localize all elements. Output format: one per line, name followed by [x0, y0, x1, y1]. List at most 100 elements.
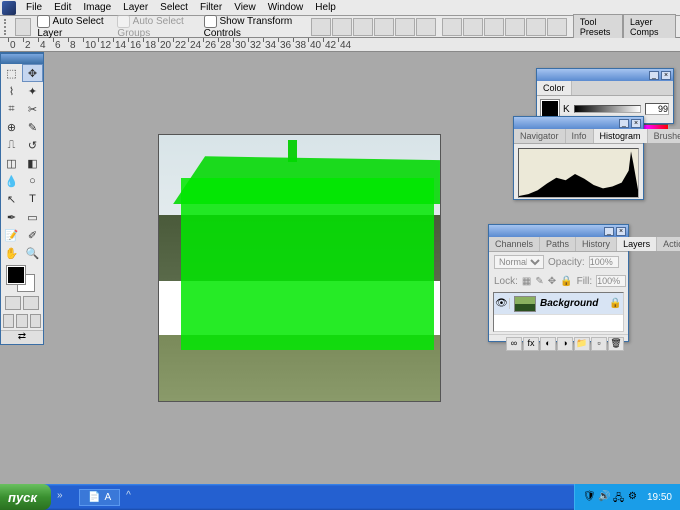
- show-transform-option[interactable]: Show Transform Controls: [204, 15, 305, 39]
- screen-full-icon[interactable]: [30, 314, 41, 328]
- minimize-icon[interactable]: _: [649, 71, 659, 80]
- dodge-tool-icon[interactable]: ○: [22, 172, 43, 190]
- auto-select-layer-option[interactable]: Auto Select Layer: [37, 15, 111, 39]
- layers-panel-titlebar[interactable]: _ ×: [489, 225, 628, 237]
- tab-navigator[interactable]: Navigator: [514, 129, 566, 143]
- standard-mode-icon[interactable]: [5, 296, 21, 310]
- layer-name[interactable]: Background: [540, 298, 609, 309]
- tab-layers[interactable]: Layers: [617, 237, 657, 251]
- k-input[interactable]: [645, 103, 669, 115]
- visibility-icon[interactable]: 👁: [494, 298, 510, 309]
- toolbox-titlebar[interactable]: [1, 54, 43, 64]
- dock-layer-comps[interactable]: Layer Comps: [623, 14, 676, 40]
- options-grip[interactable]: [4, 19, 9, 35]
- blur-tool-icon[interactable]: 💧: [1, 172, 22, 190]
- tray-icon[interactable]: 🔊: [598, 491, 610, 503]
- quicklaunch-icon[interactable]: »: [57, 490, 71, 504]
- minimize-icon[interactable]: _: [604, 227, 614, 236]
- horizontal-ruler[interactable]: 0246810121416182022242628303234363840424…: [0, 38, 680, 52]
- align-vcenter-icon[interactable]: [332, 18, 352, 36]
- tab-channels[interactable]: Channels: [489, 237, 540, 251]
- screen-standard-icon[interactable]: [3, 314, 14, 328]
- gradient-tool-icon[interactable]: ◧: [22, 154, 43, 172]
- dock-tool-presets[interactable]: Tool Presets: [573, 14, 623, 40]
- tab-history[interactable]: History: [576, 237, 617, 251]
- link-layers-icon[interactable]: ∞: [506, 337, 522, 351]
- tray-icon[interactable]: 🛡: [583, 491, 595, 503]
- menu-select[interactable]: Select: [154, 1, 194, 14]
- menu-edit[interactable]: Edit: [48, 1, 77, 14]
- stamp-tool-icon[interactable]: ⎍: [1, 136, 22, 154]
- align-right-icon[interactable]: [416, 18, 436, 36]
- menu-window[interactable]: Window: [262, 1, 310, 14]
- histogram-panel-titlebar[interactable]: _ ×: [514, 117, 643, 129]
- align-top-icon[interactable]: [311, 18, 331, 36]
- delete-layer-icon[interactable]: 🗑: [608, 337, 624, 351]
- eraser-tool-icon[interactable]: ◫: [1, 154, 22, 172]
- move-tool-icon[interactable]: ✥: [22, 64, 43, 82]
- menu-filter[interactable]: Filter: [194, 1, 228, 14]
- fill-input[interactable]: [596, 275, 626, 287]
- layer-row[interactable]: 👁 Background 🔒: [494, 293, 623, 315]
- pen-tool-icon[interactable]: ✒: [1, 208, 22, 226]
- lasso-tool-icon[interactable]: ⌇: [1, 82, 22, 100]
- color-panel-titlebar[interactable]: _ ×: [537, 69, 673, 81]
- dist-bottom-icon[interactable]: [484, 18, 504, 36]
- document-canvas[interactable]: [158, 134, 441, 402]
- auto-select-groups-option[interactable]: Auto Select Groups: [117, 15, 197, 39]
- shape-tool-icon[interactable]: ▭: [22, 208, 43, 226]
- lock-transparent-icon[interactable]: ▦: [522, 276, 531, 287]
- tab-paths[interactable]: Paths: [540, 237, 576, 251]
- dist-vcenter-icon[interactable]: [463, 18, 483, 36]
- dist-left-icon[interactable]: [505, 18, 525, 36]
- path-tool-icon[interactable]: ↖: [1, 190, 22, 208]
- adjustment-layer-icon[interactable]: ◑: [557, 337, 573, 351]
- blend-mode-select[interactable]: Normal: [494, 255, 544, 269]
- tab-color[interactable]: Color: [537, 81, 572, 95]
- align-hcenter-icon[interactable]: [395, 18, 415, 36]
- eyedropper-tool-icon[interactable]: ✐: [22, 226, 43, 244]
- close-icon[interactable]: ×: [661, 71, 671, 80]
- zoom-tool-icon[interactable]: 🔍: [22, 244, 43, 262]
- menu-file[interactable]: File: [20, 1, 48, 14]
- wand-tool-icon[interactable]: ✦: [22, 82, 43, 100]
- layer-group-icon[interactable]: 📁: [574, 337, 590, 351]
- lock-position-icon[interactable]: ✥: [548, 276, 556, 287]
- taskbar-clock[interactable]: 19:50: [647, 492, 672, 503]
- layer-thumbnail[interactable]: [514, 296, 536, 312]
- dist-right-icon[interactable]: [547, 18, 567, 36]
- tab-histogram[interactable]: Histogram: [594, 129, 648, 143]
- foreground-color[interactable]: [7, 266, 25, 284]
- k-slider[interactable]: [574, 105, 641, 113]
- history-brush-icon[interactable]: ↺: [22, 136, 43, 154]
- taskbar-task[interactable]: 📄 A: [79, 489, 120, 506]
- tab-brushes[interactable]: Brushes: [648, 129, 680, 143]
- tab-info[interactable]: Info: [566, 129, 594, 143]
- brush-tool-icon[interactable]: ✎: [22, 118, 43, 136]
- slice-tool-icon[interactable]: ✂: [22, 100, 43, 118]
- close-icon[interactable]: ×: [616, 227, 626, 236]
- layer-style-icon[interactable]: fx: [523, 337, 539, 351]
- jump-to-imageready-icon[interactable]: ⇄: [1, 330, 43, 344]
- menu-layer[interactable]: Layer: [117, 1, 154, 14]
- minimize-icon[interactable]: _: [619, 119, 629, 128]
- notes-tool-icon[interactable]: 📝: [1, 226, 22, 244]
- new-layer-icon[interactable]: ▫: [591, 337, 607, 351]
- close-icon[interactable]: ×: [631, 119, 641, 128]
- dist-hcenter-icon[interactable]: [526, 18, 546, 36]
- menu-view[interactable]: View: [228, 1, 262, 14]
- layer-mask-icon[interactable]: ◐: [540, 337, 556, 351]
- healing-tool-icon[interactable]: ⊕: [1, 118, 22, 136]
- hand-tool-icon[interactable]: ✋: [1, 244, 22, 262]
- tool-preset-dropdown[interactable]: [15, 18, 31, 36]
- lock-pixels-icon[interactable]: ✎: [535, 276, 543, 287]
- align-left-icon[interactable]: [374, 18, 394, 36]
- opacity-input[interactable]: [589, 256, 619, 268]
- marquee-tool-icon[interactable]: ⬚: [1, 64, 22, 82]
- screen-full-menu-icon[interactable]: [16, 314, 27, 328]
- tab-actions[interactable]: Actions: [657, 237, 680, 251]
- dist-top-icon[interactable]: [442, 18, 462, 36]
- type-tool-icon[interactable]: T: [22, 190, 43, 208]
- menu-image[interactable]: Image: [77, 1, 117, 14]
- crop-tool-icon[interactable]: ⌗: [1, 100, 22, 118]
